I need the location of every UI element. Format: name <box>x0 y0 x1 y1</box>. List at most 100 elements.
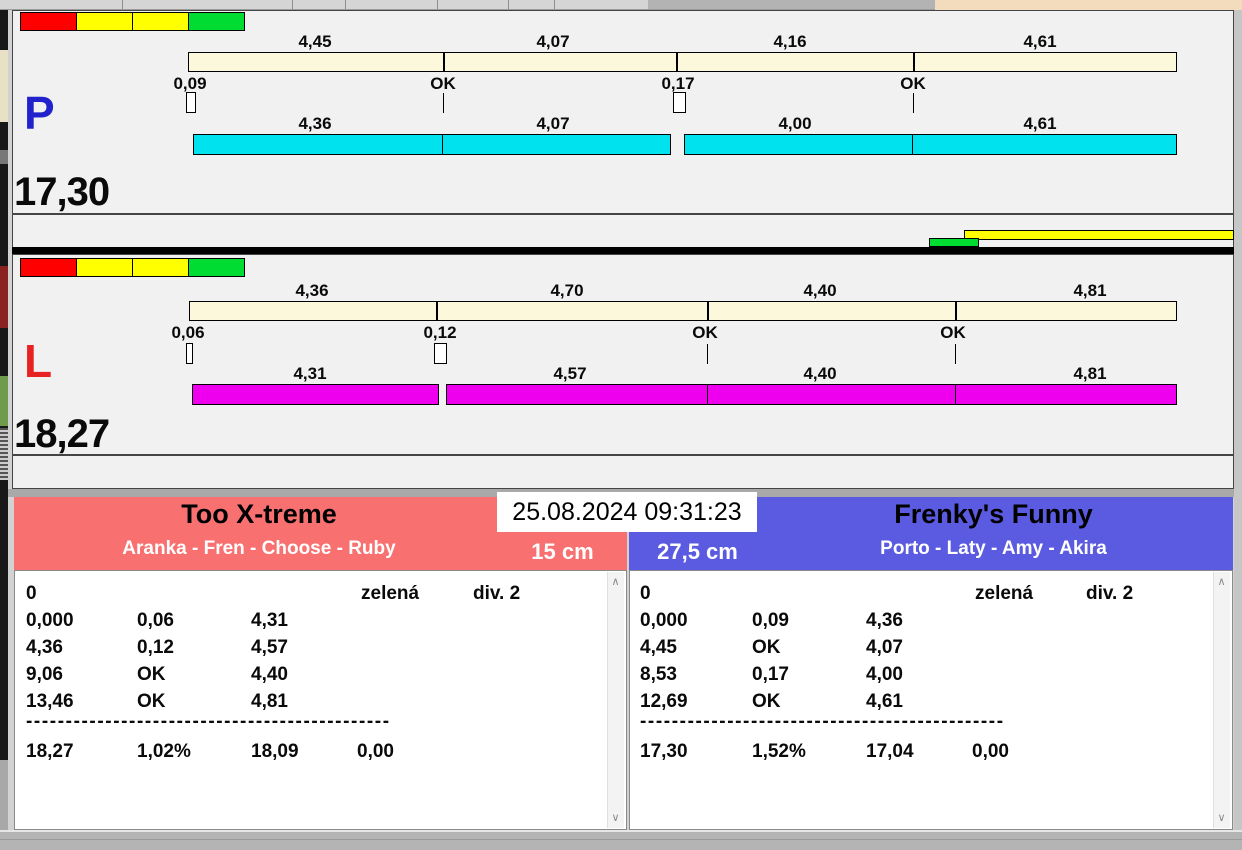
left-run-panel[interactable] <box>14 570 627 830</box>
run-total: 18,27 <box>26 741 74 764</box>
l-checkpoint-label: OK <box>692 324 718 341</box>
status-block-yellow <box>132 12 189 31</box>
l-ok-tick <box>955 344 956 364</box>
run-separator: ----------------------------------------… <box>26 711 391 734</box>
run-total: 1,02% <box>137 741 191 764</box>
run-cell: 4,36 <box>26 637 63 660</box>
p-actual-segment-label: 4,61 <box>1023 115 1056 132</box>
scroll-up-icon[interactable]: ∧ <box>607 577 624 588</box>
interval-yellow-bar <box>964 230 1234 240</box>
p-fault-marker <box>673 92 686 113</box>
run-cell: 0,06 <box>137 610 174 633</box>
timing-app-window: 4,45 4,07 4,16 4,61 0,09 OK 0,17 OK P 4,… <box>0 0 1242 850</box>
p-plan-bar-divider <box>443 53 445 71</box>
l-actual-bar-segment <box>707 384 956 405</box>
window-right-frame <box>1234 10 1242 830</box>
scroll-up-icon[interactable]: ∧ <box>1213 577 1230 588</box>
l-actual-segment-label: 4,57 <box>553 365 586 382</box>
p-checkpoint-label: OK <box>430 75 456 92</box>
p-actual-bar-segment <box>442 134 671 155</box>
run-total: 0,00 <box>357 741 394 764</box>
l-plan-segment-label: 4,36 <box>295 282 328 299</box>
run-flag: zelená <box>975 583 1033 606</box>
right-team-name: Frenky's Funny <box>760 500 1227 530</box>
window-bottom-frame-line <box>0 839 1242 840</box>
p-actual-segment-label: 4,07 <box>536 115 569 132</box>
run-cell: 8,53 <box>640 664 677 687</box>
l-actual-bar-segment <box>192 384 439 405</box>
p-actual-segment-label: 4,36 <box>298 115 331 132</box>
status-block-red <box>20 258 77 277</box>
left-team-height: 15 cm <box>505 540 620 564</box>
run-total: 17,30 <box>640 741 688 764</box>
background-window-top-strip-tan <box>935 0 1242 10</box>
run-cell: 4,00 <box>866 664 903 687</box>
left-team-members: Aranka - Fren - Choose - Ruby <box>16 539 502 560</box>
window-bottom-frame <box>0 830 1242 850</box>
left-edge-fragment <box>0 266 8 328</box>
p-lane-letter: P <box>24 90 55 136</box>
datetime-display: 25.08.2024 09:31:23 <box>497 492 757 532</box>
p-total-time: 17,30 <box>14 172 109 212</box>
p-ok-tick <box>443 93 444 113</box>
lower-empty-strip <box>12 455 1234 489</box>
p-checkpoint-label: 0,17 <box>661 75 694 92</box>
l-actual-bar-segment <box>446 384 708 405</box>
p-plan-segment-label: 4,61 <box>1023 33 1056 50</box>
l-checkpoint-label: 0,06 <box>171 324 204 341</box>
l-plan-segment-label: 4,70 <box>550 282 583 299</box>
l-total-time: 18,27 <box>14 414 109 454</box>
run-cell: 4,36 <box>866 610 903 633</box>
run-cell: 0,000 <box>640 610 688 633</box>
p-plan-segment-label: 4,45 <box>298 33 331 50</box>
run-cell: OK <box>752 637 781 660</box>
l-ok-tick <box>707 344 708 364</box>
run-flag: zelená <box>361 583 419 606</box>
background-column-divider <box>122 0 123 9</box>
p-fault-marker <box>186 92 196 113</box>
scroll-down-icon[interactable]: ∨ <box>1213 813 1230 824</box>
run-division: div. 2 <box>1086 583 1133 606</box>
l-actual-bar-segment <box>955 384 1177 405</box>
left-edge-fragment <box>0 428 8 480</box>
run-total: 0,00 <box>972 741 1009 764</box>
run-cell: 4,40 <box>251 664 288 687</box>
right-run-panel[interactable] <box>629 570 1233 830</box>
right-team-members: Porto - Laty - Amy - Akira <box>760 539 1227 560</box>
l-plan-bar-divider <box>955 302 957 320</box>
right-run-scrollbar[interactable] <box>1213 572 1230 828</box>
left-edge-fragment <box>0 376 8 426</box>
run-total: 1,52% <box>752 741 806 764</box>
run-cell: 9,06 <box>26 664 63 687</box>
l-lane-letter: L <box>24 338 52 384</box>
status-block-green <box>188 258 245 277</box>
run-division: div. 2 <box>473 583 520 606</box>
status-block-yellow <box>132 258 189 277</box>
p-actual-bar-segment <box>684 134 913 155</box>
l-plan-segment-label: 4,81 <box>1073 282 1106 299</box>
left-edge-fragment <box>0 50 8 122</box>
run-total: 18,09 <box>251 741 299 764</box>
l-plan-segment-label: 4,40 <box>803 282 836 299</box>
l-actual-segment-label: 4,31 <box>293 365 326 382</box>
p-actual-bar-segment <box>912 134 1177 155</box>
scroll-down-icon[interactable]: ∨ <box>607 813 624 824</box>
run-cell: 0,12 <box>137 637 174 660</box>
background-column-divider <box>292 0 293 9</box>
p-plan-bar-divider <box>676 53 678 71</box>
left-team-name: Too X-treme <box>16 500 502 530</box>
interval-green-bar <box>929 238 979 247</box>
l-plan-bar-divider <box>707 302 709 320</box>
p-checkpoint-label: 0,09 <box>173 75 206 92</box>
background-window-top-strip-dark <box>648 0 935 10</box>
p-plan-segment-label: 4,07 <box>536 33 569 50</box>
left-edge-fragment <box>0 150 8 164</box>
p-checkpoint-label: OK <box>900 75 926 92</box>
left-run-scrollbar[interactable] <box>607 572 624 828</box>
l-checkpoint-label: 0,12 <box>423 324 456 341</box>
run-cell: 4,31 <box>251 610 288 633</box>
p-actual-bar-segment <box>193 134 443 155</box>
run-cell: OK <box>137 664 166 687</box>
lane-separator-bar <box>12 247 1234 254</box>
p-plan-bar-divider <box>913 53 915 71</box>
